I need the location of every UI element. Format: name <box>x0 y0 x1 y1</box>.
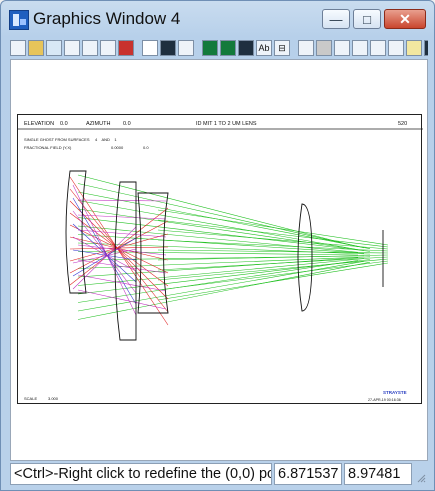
save-image-icon[interactable] <box>238 40 254 56</box>
resize-grip-icon[interactable] <box>416 473 426 483</box>
elevation-value: 0.0 <box>60 121 68 127</box>
field-label: FRACTIONAL FIELD (Y,X) <box>24 145 72 150</box>
red-ray <box>69 220 169 274</box>
lens-title: ID MIT 1 TO 2 UM LENS <box>196 121 257 127</box>
graphics-window: Graphics Window 4 — □ ✕ Ab ⊟ ELEVATION 0… <box>0 0 435 491</box>
maximize-button[interactable]: □ <box>353 9 381 29</box>
plot-number: 520 <box>398 121 407 127</box>
black-page-icon[interactable] <box>160 40 176 56</box>
green-ray <box>157 262 389 301</box>
open-icon[interactable] <box>28 40 44 56</box>
pointer-icon[interactable] <box>388 40 404 56</box>
copy-icon[interactable] <box>82 40 98 56</box>
minimize-button[interactable]: — <box>322 9 350 29</box>
ray-bundle <box>69 174 389 326</box>
green-ray <box>77 200 359 250</box>
field-y-value: 0.0000 <box>111 145 124 150</box>
lines-icon[interactable] <box>178 40 194 56</box>
window-title: Graphics Window 4 <box>33 9 181 28</box>
green-ray <box>77 174 359 248</box>
green-ray <box>77 208 365 251</box>
status-bar: <Ctrl>-Right click to redefine the (0,0)… <box>10 463 428 485</box>
fill-icon[interactable] <box>316 40 332 56</box>
elevation-label: ELEVATION <box>24 121 54 127</box>
ray-trace-svg: ELEVATION 0.0 AZIMUTH 0.0 ID MIT 1 TO 2 … <box>18 121 423 402</box>
lens-elements <box>65 170 384 341</box>
timestamp: 27-APR-19 00:16:36 <box>368 398 401 402</box>
save-icon[interactable] <box>10 40 26 56</box>
help-icon[interactable] <box>406 40 422 56</box>
green-ray <box>157 256 389 271</box>
export-icon[interactable] <box>100 40 116 56</box>
brand-logo: STRAYSTE <box>383 390 407 395</box>
lens-element-4 <box>297 203 313 312</box>
green-ray <box>157 260 389 291</box>
title-bar[interactable]: Graphics Window 4 — □ ✕ <box>1 1 434 37</box>
zoom-icon[interactable] <box>46 40 62 56</box>
scale-label: SCALE <box>24 396 37 401</box>
red-ray <box>69 207 169 286</box>
x-coordinate-readout: 6.871537 <box>274 463 342 485</box>
magenta-ray <box>77 229 167 238</box>
scale-value: 3.000 <box>48 396 59 401</box>
ghost-info: SINGLE GHOST FROM SURFACES 4 AND 1 <box>24 137 117 142</box>
green-ray <box>77 261 365 312</box>
azimuth-label: AZIMUTH <box>86 121 110 127</box>
grid-color-icon[interactable] <box>118 40 134 56</box>
green-ray <box>157 219 389 248</box>
ray-trace-plot: ELEVATION 0.0 AZIMUTH 0.0 ID MIT 1 TO 2 … <box>17 114 423 404</box>
field-x-value: 0.0 <box>143 145 149 150</box>
status-message: <Ctrl>-Right click to redefine the (0,0)… <box>10 463 272 485</box>
pattern-icon[interactable]: ⊟ <box>274 40 290 56</box>
image-icon[interactable] <box>202 40 218 56</box>
zoom-in-icon[interactable] <box>334 40 350 56</box>
drawing-canvas[interactable]: ELEVATION 0.0 AZIMUTH 0.0 ID MIT 1 TO 2 … <box>10 59 428 461</box>
picture-icon[interactable] <box>220 40 236 56</box>
pan-icon[interactable] <box>370 40 386 56</box>
close-button[interactable]: ✕ <box>384 9 426 29</box>
print-icon[interactable] <box>64 40 80 56</box>
green-ray <box>77 183 365 249</box>
toolbar: Ab ⊟ <box>10 39 428 57</box>
zoom-out-icon[interactable] <box>352 40 368 56</box>
blank-page-icon[interactable] <box>142 40 158 56</box>
text-ab-button[interactable]: Ab <box>256 40 272 56</box>
gray-icon[interactable] <box>424 40 428 56</box>
app-icon[interactable] <box>9 10 29 30</box>
fit-icon[interactable] <box>298 40 314 56</box>
red-ray <box>69 176 169 326</box>
azimuth-value: 0.0 <box>123 121 131 127</box>
green-ray <box>77 261 371 320</box>
y-coordinate-readout: 8.97481 <box>344 463 412 485</box>
